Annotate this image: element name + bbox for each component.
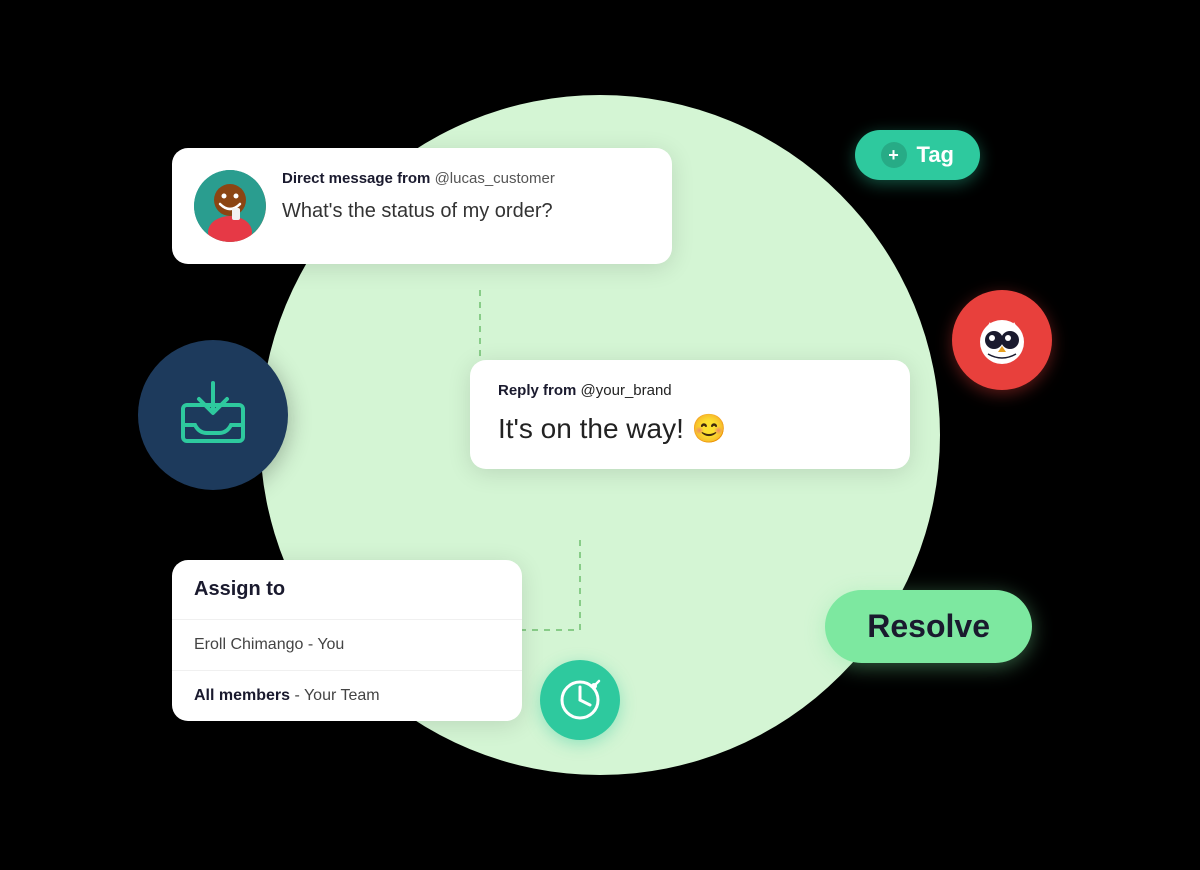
resolve-button[interactable]: Resolve [825, 590, 1032, 663]
resolve-label: Resolve [867, 608, 990, 644]
reply-from-prefix: Reply from [498, 382, 576, 399]
inbox-circle [138, 340, 288, 490]
tag-button[interactable]: + Tag [855, 130, 980, 180]
dm-from: Direct message from @lucas_customer [282, 170, 644, 187]
assign-item-all-members-suffix: - Your Team [290, 687, 380, 704]
hootsuite-owl-circle [952, 290, 1052, 390]
reply-card: Reply from @your_brand It's on the way! … [470, 360, 910, 469]
reply-message: It's on the way! 😊 [498, 411, 882, 447]
assign-header: Assign to [172, 560, 522, 620]
reply-from: Reply from @your_brand [498, 382, 882, 399]
dm-from-handle: @lucas_customer [435, 170, 555, 187]
avatar-image [194, 170, 266, 242]
owl-icon [970, 308, 1034, 372]
assign-item-eroll[interactable]: Eroll Chimango - You [172, 620, 522, 671]
reply-from-handle: @your_brand [581, 382, 672, 399]
inbox-icon [173, 375, 253, 455]
dm-from-prefix: Direct message from [282, 170, 430, 187]
assign-card: Assign to Eroll Chimango - You All membe… [172, 560, 522, 721]
assign-item-eroll-label: Eroll Chimango - You [194, 636, 344, 653]
avatar [194, 170, 266, 242]
tag-plus-icon: + [881, 142, 907, 168]
dm-card: Direct message from @lucas_customer What… [172, 148, 672, 264]
dm-card-content: Direct message from @lucas_customer What… [282, 170, 644, 225]
tag-label: Tag [917, 142, 954, 168]
assign-item-all-members[interactable]: All members - Your Team [172, 671, 522, 721]
dm-message: What's the status of my order? [282, 197, 644, 225]
scene: + Tag Direct message from [0, 0, 1200, 870]
assign-item-all-members-bold: All members [194, 687, 290, 704]
clock-circle [540, 660, 620, 740]
clock-icon [557, 677, 603, 723]
